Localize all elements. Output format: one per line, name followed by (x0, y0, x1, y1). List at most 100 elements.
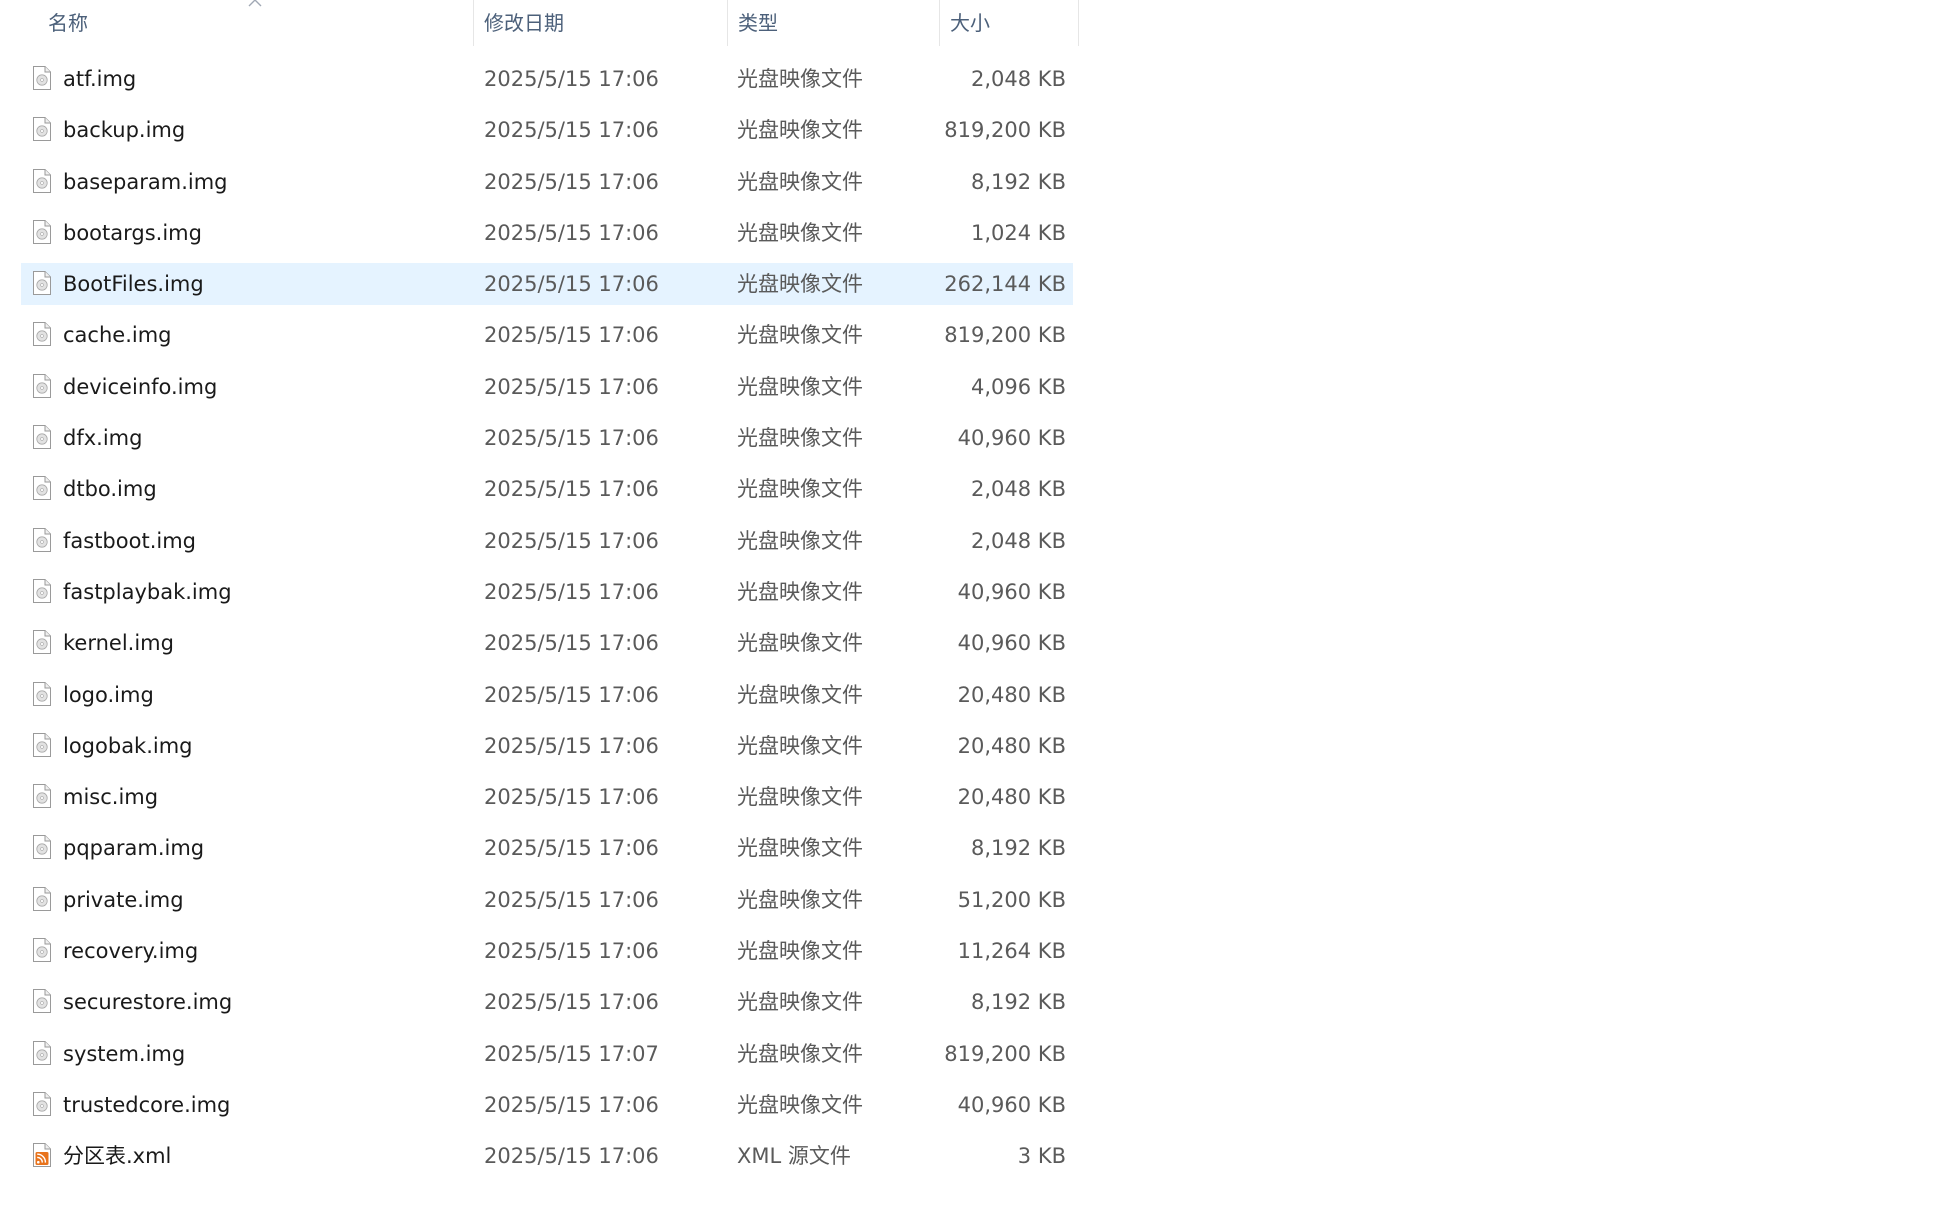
file-modified-date: 2025/5/15 17:06 (484, 426, 659, 451)
file-size: 20,480 KB (957, 733, 1066, 758)
file-type: 光盘映像文件 (737, 887, 863, 912)
file-size: 20,480 KB (957, 785, 1066, 810)
file-size: 8,192 KB (971, 169, 1066, 194)
file-type: 光盘映像文件 (737, 323, 863, 348)
file-type: 光盘映像文件 (737, 67, 863, 91)
file-row[interactable]: deviceinfo.img 2025/5/15 17:06 光盘映像文件 4,096… (21, 366, 1073, 408)
file-type: XML 源文件 (737, 1144, 851, 1169)
file-modified-date: 2025/5/15 17:06 (484, 733, 659, 758)
file-type: 光盘映像文件 (737, 1092, 863, 1117)
disc-image-file-icon (32, 1040, 52, 1066)
file-name: system.img (63, 1041, 186, 1066)
file-row[interactable]: fastplaybak.img 2025/5/15 17:06 光盘映像文件 40,9… (21, 571, 1073, 613)
file-size: 40,960 KB (957, 579, 1066, 604)
file-name: private.img (63, 887, 184, 912)
file-row[interactable]: bootargs.img 2025/5/15 17:06 光盘映像文件 1,024 K… (21, 212, 1073, 254)
file-size: 40,960 KB (957, 1092, 1066, 1117)
disc-image-file-icon (32, 886, 52, 912)
column-header-size-label: 大小 (950, 11, 990, 35)
column-header-date[interactable]: 修改日期 (474, 0, 728, 46)
file-size: 2,048 KB (971, 67, 1066, 91)
file-row[interactable]: BootFiles.img 2025/5/15 17:06 光盘映像文件 262,14… (21, 263, 1073, 306)
file-type: 光盘映像文件 (737, 272, 863, 297)
file-size: 1,024 KB (971, 220, 1066, 245)
file-type: 光盘映像文件 (737, 733, 863, 758)
file-row[interactable]: cache.img 2025/5/15 17:06 光盘映像文件 819,200 KB (21, 314, 1073, 356)
file-row[interactable]: fastboot.img 2025/5/15 17:06 光盘映像文件 2,048 K… (21, 520, 1073, 562)
file-row[interactable]: logobak.img 2025/5/15 17:06 光盘映像文件 20,480 K… (21, 725, 1073, 767)
disc-image-file-icon (32, 937, 52, 963)
file-type: 光盘映像文件 (737, 220, 863, 245)
file-name: recovery.img (63, 939, 199, 964)
column-header-name-label: 名称 (48, 11, 88, 35)
file-size: 4,096 KB (971, 374, 1066, 399)
file-name: logo.img (63, 682, 154, 707)
disc-image-file-icon (32, 65, 52, 91)
file-modified-date: 2025/5/15 17:06 (484, 631, 659, 656)
file-modified-date: 2025/5/15 17:06 (484, 67, 659, 91)
file-row[interactable]: logo.img 2025/5/15 17:06 光盘映像文件 20,480 KB (21, 674, 1073, 716)
disc-image-file-icon (32, 527, 52, 553)
file-modified-date: 2025/5/15 17:06 (484, 836, 659, 861)
file-row[interactable]: misc.img 2025/5/15 17:06 光盘映像文件 20,480 KB (21, 776, 1073, 818)
file-row[interactable]: atf.img 2025/5/15 17:06 光盘映像文件 2,048 KB (21, 58, 1073, 100)
file-modified-date: 2025/5/15 17:06 (484, 1144, 659, 1169)
file-name: dtbo.img (63, 477, 157, 502)
file-name: 分区表.xml (63, 1144, 172, 1169)
file-row[interactable]: dtbo.img 2025/5/15 17:06 光盘映像文件 2,048 KB (21, 468, 1073, 510)
file-row[interactable]: baseparam.img 2025/5/15 17:06 光盘映像文件 8,192 … (21, 161, 1073, 203)
file-list: atf.img 2025/5/15 17:06 光盘映像文件 2,048 KB back… (21, 58, 1073, 1187)
file-row[interactable]: pqparam.img 2025/5/15 17:06 光盘映像文件 8,192 KB (21, 827, 1073, 869)
column-header-row: 名称 修改日期 类型 大小 (0, 0, 1082, 46)
file-modified-date: 2025/5/15 17:06 (484, 887, 659, 912)
file-size: 8,192 KB (971, 836, 1066, 861)
column-header-date-label: 修改日期 (484, 11, 564, 35)
file-modified-date: 2025/5/15 17:06 (484, 939, 659, 964)
disc-image-file-icon (32, 629, 52, 655)
disc-image-file-icon (32, 475, 52, 501)
column-header-name[interactable]: 名称 (0, 0, 474, 46)
file-modified-date: 2025/5/15 17:06 (484, 272, 659, 297)
file-modified-date: 2025/5/15 17:06 (484, 528, 659, 553)
disc-image-file-icon (32, 1091, 52, 1117)
file-name: bootargs.img (63, 220, 202, 245)
file-name: cache.img (63, 323, 172, 348)
file-modified-date: 2025/5/15 17:06 (484, 1092, 659, 1117)
file-row[interactable]: private.img 2025/5/15 17:06 光盘映像文件 51,200 K… (21, 879, 1073, 921)
file-size: 2,048 KB (971, 528, 1066, 553)
file-row[interactable]: recovery.img 2025/5/15 17:06 光盘映像文件 11,264 … (21, 930, 1073, 972)
disc-image-file-icon (32, 321, 52, 347)
file-size: 3 KB (1017, 1144, 1066, 1169)
file-row[interactable]: dfx.img 2025/5/15 17:06 光盘映像文件 40,960 KB (21, 417, 1073, 459)
file-size: 51,200 KB (957, 887, 1066, 912)
column-header-type[interactable]: 类型 (728, 0, 940, 46)
file-row[interactable]: backup.img 2025/5/15 17:06 光盘映像文件 819,200 K… (21, 109, 1073, 151)
file-row[interactable]: 分区表.xml 2025/5/15 17:06 XML 源文件 3 KB (21, 1135, 1073, 1177)
disc-image-file-icon (32, 373, 52, 399)
file-size: 819,200 KB (944, 118, 1066, 143)
file-type: 光盘映像文件 (737, 528, 863, 553)
file-row[interactable]: system.img 2025/5/15 17:07 光盘映像文件 819,200 K… (21, 1033, 1073, 1075)
file-row[interactable]: trustedcore.img 2025/5/15 17:06 光盘映像文件 40,9… (21, 1084, 1073, 1126)
file-type: 光盘映像文件 (737, 939, 863, 964)
file-type: 光盘映像文件 (737, 785, 863, 810)
file-row[interactable]: securestore.img 2025/5/15 17:06 光盘映像文件 8,19… (21, 981, 1073, 1023)
disc-image-file-icon (32, 219, 52, 245)
file-name: dfx.img (63, 426, 143, 451)
file-modified-date: 2025/5/15 17:06 (484, 990, 659, 1015)
file-type: 光盘映像文件 (737, 682, 863, 707)
file-name: misc.img (63, 785, 159, 810)
file-type: 光盘映像文件 (737, 374, 863, 399)
disc-image-file-icon (32, 270, 52, 296)
file-modified-date: 2025/5/15 17:06 (484, 323, 659, 348)
file-modified-date: 2025/5/15 17:06 (484, 477, 659, 502)
disc-image-file-icon (32, 988, 52, 1014)
file-name: fastboot.img (63, 528, 196, 553)
file-row[interactable]: kernel.img 2025/5/15 17:06 光盘映像文件 40,960 KB (21, 622, 1073, 664)
file-name: kernel.img (63, 631, 174, 656)
column-header-size[interactable]: 大小 (940, 0, 1079, 46)
disc-image-file-icon (32, 424, 52, 450)
file-size: 8,192 KB (971, 990, 1066, 1015)
file-type: 光盘映像文件 (737, 1041, 863, 1066)
file-modified-date: 2025/5/15 17:06 (484, 785, 659, 810)
